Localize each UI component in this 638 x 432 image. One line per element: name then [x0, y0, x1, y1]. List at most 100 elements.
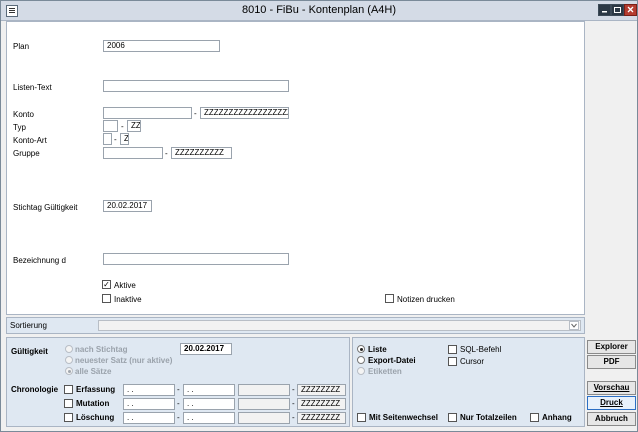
inaktive-checkbox[interactable] [102, 294, 111, 303]
minimize-icon [602, 11, 607, 13]
export-radio[interactable] [357, 356, 365, 364]
export-label: Export-Datei [368, 356, 416, 365]
druck-button[interactable]: Druck [587, 396, 636, 410]
bezeichnung-field[interactable] [103, 253, 289, 265]
anhang-checkbox[interactable] [530, 413, 539, 422]
loeschung-user-to[interactable]: ZZZZZZZZ [297, 412, 346, 424]
aktive-checkbox[interactable]: ✓ [102, 280, 111, 289]
erfassung-checkbox[interactable] [64, 385, 73, 394]
gruppe-to-field[interactable]: ZZZZZZZZZZ [171, 147, 232, 159]
chevron-down-icon[interactable] [569, 321, 579, 330]
notizen-checkbox[interactable] [385, 294, 394, 303]
sql-checkbox[interactable] [448, 345, 457, 354]
sortierung-row: Sortierung [6, 317, 585, 334]
erfassung-user-from[interactable] [238, 384, 290, 396]
loeschung-user-from[interactable] [238, 412, 290, 424]
mutation-dash: - [177, 399, 180, 408]
erfassung-date-to[interactable]: . . [183, 384, 235, 396]
mutation-date-from[interactable]: . . [123, 398, 175, 410]
totalzeilen-label: Nur Totalzeilen [460, 413, 517, 422]
report-window: 8010 - FiBu - Kontenplan (A4H) Plan 2006… [0, 0, 638, 432]
typ-to-field[interactable]: ZZ [127, 120, 141, 132]
maximize-icon [614, 7, 621, 13]
konto-to-field[interactable]: ZZZZZZZZZZZZZZZZZZZZ [200, 107, 289, 119]
erfassung-dash-2: - [292, 385, 295, 394]
aktive-label: Aktive [114, 281, 136, 290]
loeschung-label: Löschung [76, 413, 115, 422]
mutation-label: Mutation [76, 399, 110, 408]
loeschung-dash-2: - [292, 413, 295, 422]
pdf-button[interactable]: PDF [587, 355, 636, 369]
konto-art-label: Konto-Art [13, 136, 47, 145]
nach-stichtag-radio[interactable] [65, 345, 73, 353]
totalzeilen-checkbox[interactable] [448, 413, 457, 422]
konto-art-to-field[interactable]: Z [120, 133, 129, 145]
typ-from-field[interactable] [103, 120, 118, 132]
bezeichnung-label: Bezeichnung d [13, 256, 66, 265]
loeschung-date-from[interactable]: . . [123, 412, 175, 424]
neuester-satz-radio[interactable] [65, 356, 73, 364]
nach-stichtag-label: nach Stichtag [75, 345, 128, 354]
gruppe-from-field[interactable] [103, 147, 163, 159]
alle-saetze-label: alle Sätze [75, 367, 112, 376]
inaktive-label: Inaktive [114, 295, 142, 304]
plan-label: Plan [13, 42, 30, 51]
seitenwechsel-label: Mit Seitenwechsel [369, 413, 438, 422]
erfassung-label: Erfassung [76, 385, 116, 394]
typ-label: Typ [13, 123, 26, 132]
konto-dash: - [194, 109, 197, 118]
explorer-button[interactable]: Explorer [587, 340, 636, 354]
neuester-satz-label: neuester Satz (nur aktive) [75, 356, 173, 365]
seitenwechsel-checkbox[interactable] [357, 413, 366, 422]
erfassung-date-from[interactable]: . . [123, 384, 175, 396]
output-panel: Liste Export-Datei Etiketten SQL-Befehl … [352, 337, 585, 427]
gueltigkeit-date-field[interactable]: 20.02.2017 [180, 343, 232, 355]
sql-label: SQL-Befehl [460, 345, 502, 354]
loeschung-dash: - [177, 413, 180, 422]
erfassung-user-to[interactable]: ZZZZZZZZ [297, 384, 346, 396]
mutation-user-from[interactable] [238, 398, 290, 410]
anhang-label: Anhang [542, 413, 572, 422]
gruppe-label: Gruppe [13, 149, 40, 158]
minimize-button[interactable] [598, 4, 611, 16]
close-button[interactable] [624, 4, 637, 16]
abbruch-button[interactable]: Abbruch [587, 412, 636, 426]
window-title: 8010 - FiBu - Kontenplan (A4H) [241, 4, 397, 16]
plan-field[interactable]: 2006 [103, 40, 220, 52]
mutation-dash-2: - [292, 399, 295, 408]
typ-dash: - [121, 122, 124, 131]
loeschung-checkbox[interactable] [64, 413, 73, 422]
stichtag-field[interactable]: 20.02.2017 [103, 200, 152, 212]
etiketten-label: Etiketten [368, 367, 402, 376]
mutation-checkbox[interactable] [64, 399, 73, 408]
chronologie-label: Chronologie [11, 385, 59, 394]
filter-panel: Gültigkeit nach Stichtag 20.02.2017 neue… [6, 337, 350, 427]
mutation-user-to[interactable]: ZZZZZZZZ [297, 398, 346, 410]
erfassung-dash: - [177, 385, 180, 394]
close-icon [627, 6, 634, 13]
criteria-panel: Plan 2006 Listen-Text Konto - ZZZZZZZZZZ… [6, 21, 585, 315]
etiketten-radio[interactable] [357, 367, 365, 375]
sortierung-select[interactable] [98, 320, 581, 331]
cursor-label: Cursor [460, 357, 485, 366]
konto-art-dash: - [114, 135, 117, 144]
vorschau-button[interactable]: Vorschau [587, 381, 636, 395]
alle-saetze-radio[interactable] [65, 367, 73, 375]
mutation-date-to[interactable]: . . [183, 398, 235, 410]
liste-radio[interactable] [357, 345, 365, 353]
listen-text-label: Listen-Text [13, 83, 52, 92]
gueltigkeit-label: Gültigkeit [11, 347, 48, 356]
cursor-checkbox[interactable] [448, 357, 457, 366]
konto-art-from-field[interactable] [103, 133, 112, 145]
liste-label: Liste [368, 345, 387, 354]
gruppe-dash: - [165, 149, 168, 158]
loeschung-date-to[interactable]: . . [183, 412, 235, 424]
stichtag-label: Stichtag Gültigkeit [13, 203, 78, 212]
listen-text-field[interactable] [103, 80, 289, 92]
konto-label: Konto [13, 110, 34, 119]
konto-from-field[interactable] [103, 107, 192, 119]
title-bar: 8010 - FiBu - Kontenplan (A4H) [1, 1, 637, 21]
maximize-button[interactable] [611, 4, 624, 16]
sortierung-label: Sortierung [10, 321, 47, 330]
notizen-label: Notizen drucken [397, 295, 455, 304]
